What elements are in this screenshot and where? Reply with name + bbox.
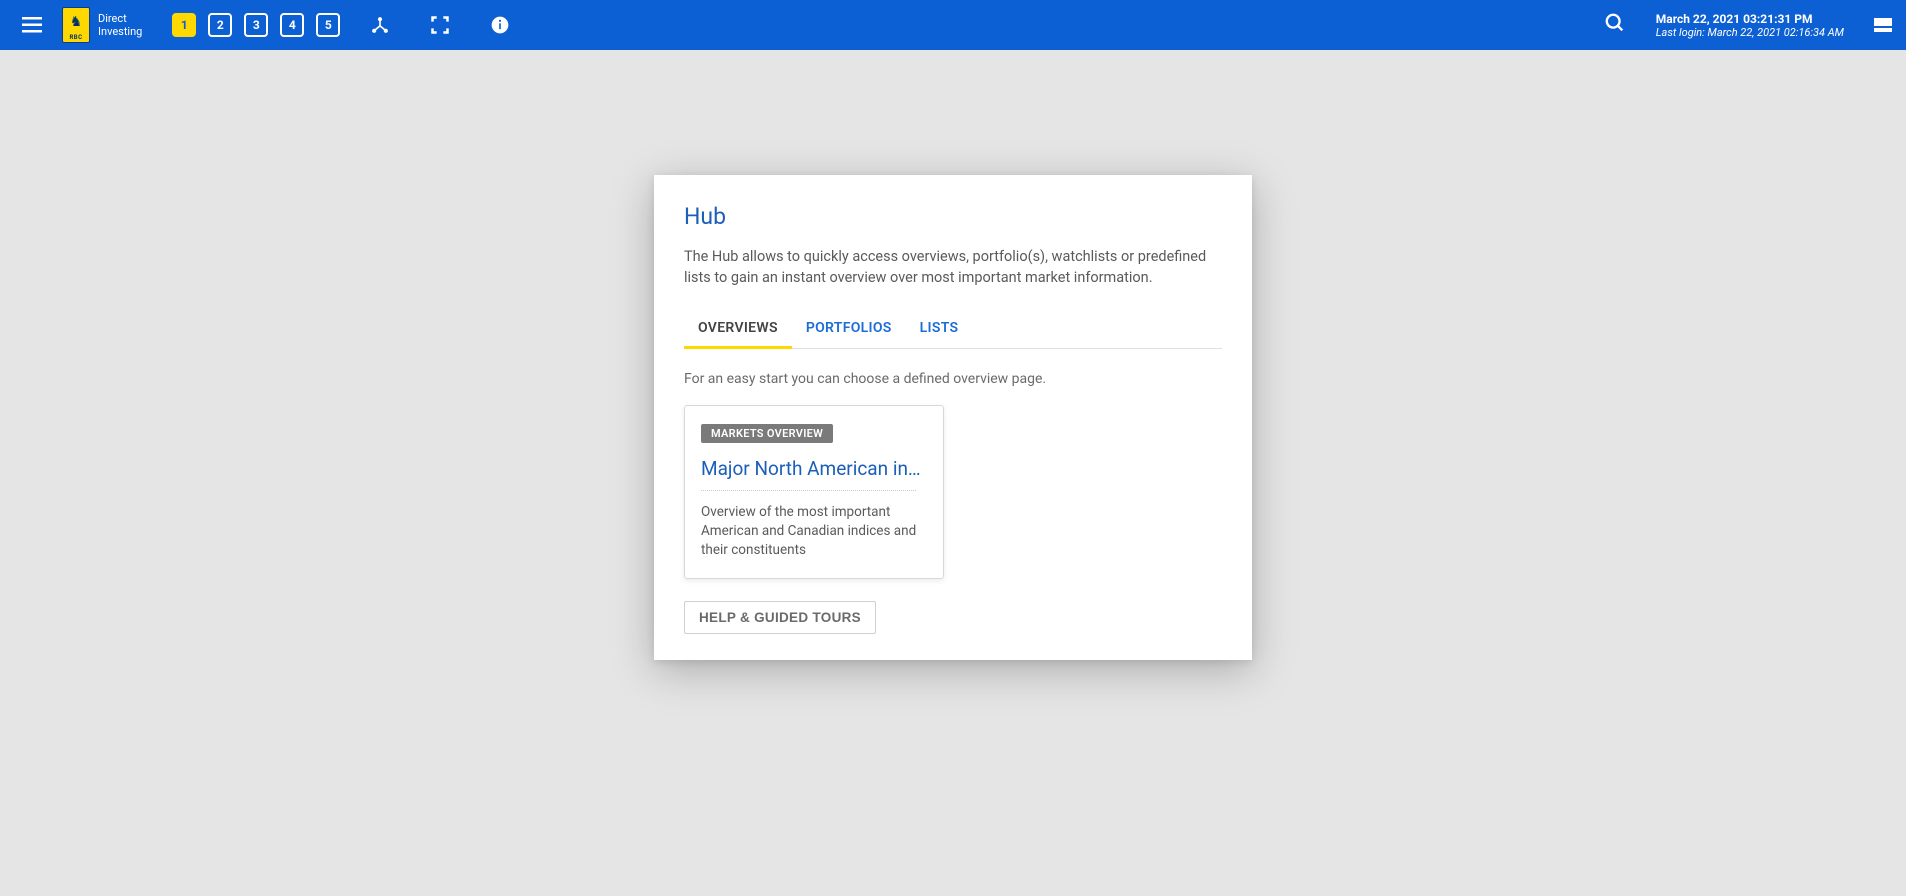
- overview-card-title: Major North American in…: [701, 457, 927, 490]
- merge-icon[interactable]: [370, 15, 390, 35]
- topbar: ♞ Direct Investing 1 2 3 4 5: [0, 0, 1906, 50]
- overview-badge: MARKETS OVERVIEW: [701, 424, 833, 443]
- brand-logo[interactable]: ♞ Direct Investing: [62, 7, 142, 43]
- topbar-right: March 22, 2021 03:21:31 PM Last login: M…: [1604, 12, 1892, 39]
- fullscreen-icon[interactable]: [430, 15, 450, 35]
- info-icon[interactable]: [490, 15, 510, 35]
- current-datetime: March 22, 2021 03:21:31 PM: [1656, 12, 1844, 26]
- workspace-tab-3[interactable]: 3: [244, 13, 268, 37]
- hub-card: Hub The Hub allows to quickly access ove…: [654, 175, 1252, 660]
- workspace-tab-1[interactable]: 1: [172, 13, 196, 37]
- overview-card-markets[interactable]: MARKETS OVERVIEW Major North American in…: [684, 405, 944, 579]
- tab-portfolios[interactable]: PORTFOLIOS: [792, 310, 906, 349]
- toolbar-icons: [370, 15, 510, 35]
- hub-description: The Hub allows to quickly access overvie…: [684, 246, 1222, 288]
- workspace-tabs: 1 2 3 4 5: [172, 13, 340, 37]
- tab-lists[interactable]: LISTS: [906, 310, 973, 349]
- last-login: Last login: March 22, 2021 02:16:34 AM: [1656, 26, 1844, 39]
- brand-text: Direct Investing: [98, 12, 142, 38]
- search-button[interactable]: [1604, 12, 1626, 38]
- overview-card-description: Overview of the most important American …: [701, 503, 927, 560]
- content-area: Hub The Hub allows to quickly access ove…: [0, 50, 1906, 896]
- menu-button[interactable]: [14, 9, 50, 41]
- tab-hint: For an easy start you can choose a defin…: [684, 371, 1222, 387]
- hub-tabs: OVERVIEWS PORTFOLIOS LISTS: [684, 310, 1222, 349]
- divider: [701, 490, 916, 491]
- workspace-tab-2[interactable]: 2: [208, 13, 232, 37]
- layout-button[interactable]: [1874, 18, 1892, 32]
- hamburger-icon: [22, 17, 42, 33]
- workspace-tab-4[interactable]: 4: [280, 13, 304, 37]
- hub-title: Hub: [684, 203, 1222, 230]
- tab-overviews[interactable]: OVERVIEWS: [684, 310, 792, 349]
- search-icon: [1604, 12, 1626, 34]
- workspace-tab-5[interactable]: 5: [316, 13, 340, 37]
- help-button[interactable]: HELP & GUIDED TOURS: [684, 601, 876, 634]
- rbc-logo-icon: ♞: [62, 7, 90, 43]
- datetime-display: March 22, 2021 03:21:31 PM Last login: M…: [1656, 12, 1844, 39]
